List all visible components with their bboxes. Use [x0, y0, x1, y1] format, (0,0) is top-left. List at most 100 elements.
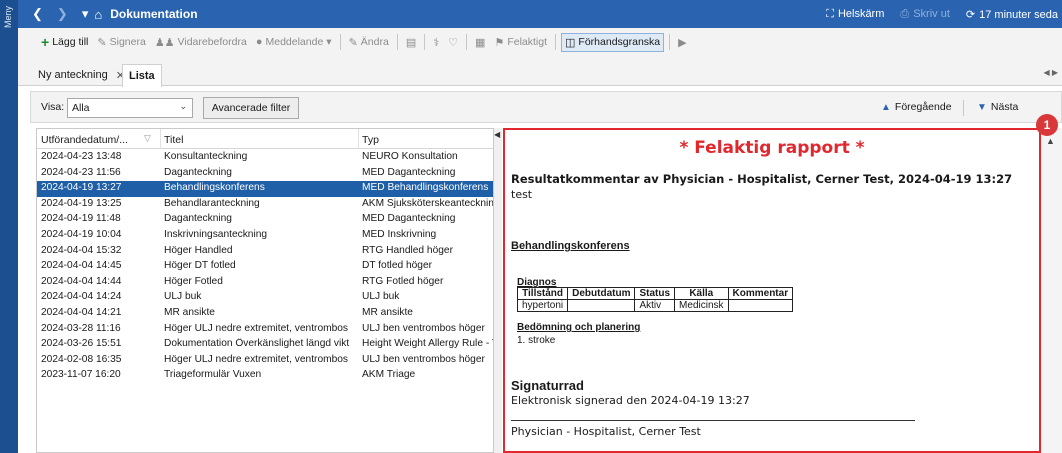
diagnosis-column-header: Debutdatum: [567, 287, 636, 300]
sign-button[interactable]: ✎ Signera: [94, 34, 148, 51]
column-divider[interactable]: [358, 129, 359, 149]
row-date: 2024-03-28 11:16: [41, 322, 121, 334]
list-rows: 2024-04-23 13:48 Konsultanteckning NEURO K…: [37, 150, 493, 384]
change-button[interactable]: ✎ Ändra: [346, 34, 392, 51]
row-title: Höger ULJ nedre extremitet, ventrombos: [164, 353, 349, 365]
signer-name: Physician - Hospitalist, Cerner Test: [511, 425, 701, 438]
tag-button[interactable]: ▶: [675, 34, 689, 51]
print-button[interactable]: ⎙ Skriv ut: [900, 8, 950, 21]
row-date: 2024-03-26 15:51: [41, 338, 122, 350]
row-date: 2024-04-04 14:45: [41, 260, 122, 272]
list-row[interactable]: 2024-04-19 13:25 Behandlaranteckning AKM S…: [37, 197, 493, 213]
row-title: Dokumentation Överkänslighet längd vikt: [164, 338, 350, 350]
row-title: ULJ buk: [164, 291, 202, 303]
folder-button[interactable]: ▤: [403, 34, 419, 51]
list-row[interactable]: 2024-04-04 14:45 Höger DT fotled DT fotled…: [37, 259, 493, 275]
forward-doc-button[interactable]: ♟♟ Vidarebefordra: [152, 34, 250, 51]
list-row[interactable]: 2024-03-26 15:51 Dokumentation Överkänsli…: [37, 337, 493, 353]
collapse-icon[interactable]: ◀: [494, 130, 500, 139]
favorite-button[interactable]: ♡: [445, 34, 461, 51]
signature-line: [511, 420, 915, 421]
list-row[interactable]: 2024-04-04 14:21 MR ansikte MR ansikte: [37, 306, 493, 322]
grid-button[interactable]: ▦: [472, 34, 488, 51]
column-header-title[interactable]: Titel: [164, 134, 183, 146]
row-type: MED Daganteckning: [362, 213, 456, 225]
wrong-button[interactable]: ⚑ Felaktigt: [491, 34, 550, 51]
row-title: Daganteckning: [164, 213, 232, 225]
row-type: MED Inskrivning: [362, 228, 437, 240]
back-icon[interactable]: ❮: [32, 6, 43, 22]
step-badge: 1: [1036, 114, 1058, 136]
list-row[interactable]: 2024-04-04 14:44 Höger Fotled RTG Fotled h…: [37, 275, 493, 291]
list-row[interactable]: 2024-04-23 11:56 Daganteckning MED Dagante…: [37, 166, 493, 182]
dropdown-caret-icon[interactable]: ▾: [82, 6, 89, 22]
row-type: RTG Fotled höger: [362, 275, 444, 287]
invalid-report-banner: * Felaktig rapport *: [679, 138, 865, 158]
column-divider[interactable]: [160, 129, 161, 149]
fullscreen-button[interactable]: ⛶ Helskärm: [826, 8, 884, 21]
row-title: Höger Fotled: [164, 275, 223, 287]
row-type: RTG Handled höger: [362, 244, 453, 256]
message-button[interactable]: ● Meddelande ▾: [253, 34, 335, 50]
forward-icon[interactable]: ❯: [57, 6, 68, 22]
diagnosis-cell: [567, 299, 636, 312]
refresh-button[interactable]: ⟳ 17 minuter seda: [966, 8, 1058, 21]
title-bar: ❮ ❯ ▾ ⌂ Dokumentation ⛶ Helskärm ⎙ Skriv u…: [18, 0, 1062, 28]
list-row[interactable]: 2024-03-28 11:16 Höger ULJ nedre extremit…: [37, 322, 493, 338]
reviewer-button[interactable]: ⚕: [430, 34, 442, 51]
diagnosis-column-header: Källa: [674, 287, 729, 300]
list-row[interactable]: 2024-02-08 16:35 Höger ULJ nedre extremit…: [37, 353, 493, 369]
show-select[interactable]: Alla ⌄: [67, 98, 193, 118]
add-button[interactable]: + Lägg till: [38, 32, 91, 52]
chevron-down-icon: ⌄: [179, 101, 187, 111]
scroll-up-icon[interactable]: ▲: [1046, 136, 1055, 146]
list-row[interactable]: 2024-04-19 10:04 Inskrivningsanteckning ME…: [37, 228, 493, 244]
document-preview: * Felaktig rapport * Resultatkommentar a…: [503, 128, 1041, 453]
row-date: 2024-04-19 13:25: [41, 197, 122, 209]
chevron-down-icon: ▾: [326, 36, 332, 48]
list-row[interactable]: 2024-04-19 11:48 Daganteckning MED Dagante…: [37, 212, 493, 228]
left-menu-rail[interactable]: Meny: [0, 0, 18, 453]
tab-strip: Ny anteckning ✕ Lista ◀ ▶: [18, 56, 1062, 87]
diagnosis-header-row: Tillstånd Debutdatum Status Källa Kommentar: [516, 287, 794, 300]
row-type: ULJ ben ventrombos höger: [362, 353, 485, 365]
flag-icon: ⚑: [494, 36, 505, 49]
tab-new-note[interactable]: Ny anteckning ✕: [32, 64, 131, 86]
tab-list[interactable]: Lista: [122, 64, 162, 87]
reviewer-icon: ⚕: [433, 36, 440, 49]
list-row[interactable]: 2024-04-04 14:24 ULJ buk ULJ buk: [37, 290, 493, 306]
previous-button[interactable]: ▲ Föregående: [881, 101, 952, 113]
list-row[interactable]: 2024-04-19 13:27 Behandlingskonferens MED …: [37, 181, 493, 197]
signature-text: Elektronisk signerad den 2024-04-19 13:2…: [511, 394, 750, 407]
filter-bar: Visa: Alla ⌄ Avancerade filter ▲ Föregåe…: [30, 91, 1062, 123]
row-date: 2023-11-07 16:20: [41, 369, 121, 381]
column-header-date[interactable]: Utförandedatum/...: [41, 134, 128, 146]
list-row[interactable]: 2023-11-07 16:20 Triageformulär Vuxen AKM …: [37, 368, 493, 384]
tag-icon: ▶: [678, 36, 687, 49]
preview-scrollbar[interactable]: ▲: [1041, 128, 1062, 453]
diagnosis-row: hypertoni Aktiv Medicinsk: [516, 299, 794, 312]
row-type: MED Behandlingskonferens: [362, 182, 489, 194]
row-type: AKM Sjuksköterskeanteckning: [362, 197, 493, 209]
tab-scroll-icon[interactable]: ◀ ▶: [1043, 68, 1058, 77]
next-button[interactable]: ▼ Nästa: [977, 101, 1018, 113]
row-title: Höger Handled: [164, 244, 233, 256]
list-row[interactable]: 2024-04-23 13:48 Konsultanteckning NEURO K…: [37, 150, 493, 166]
column-header-type[interactable]: Typ: [362, 134, 379, 146]
list-row[interactable]: 2024-04-04 15:32 Höger Handled RTG Handled…: [37, 244, 493, 260]
preview-button[interactable]: ◫ Förhandsgranska: [561, 32, 665, 52]
list-header: Utförandedatum/... ▽ Titel Typ: [37, 129, 493, 149]
row-type: MR ansikte: [362, 306, 413, 318]
row-title: Triageformulär Vuxen: [164, 369, 262, 381]
row-date: 2024-04-19 10:04: [41, 228, 122, 240]
advanced-filter-button[interactable]: Avancerade filter: [203, 97, 299, 119]
row-type: Height Weight Allergy Rule - Text: [362, 338, 493, 350]
row-title: Inskrivningsanteckning: [164, 228, 268, 240]
diagnosis-column-header: Tillstånd: [516, 287, 569, 300]
pane-splitter[interactable]: ◀: [494, 128, 502, 453]
people-icon: ♟♟: [154, 36, 175, 49]
home-icon[interactable]: ⌂: [94, 7, 102, 22]
toolbar-divider: [396, 34, 398, 50]
row-date: 2024-04-04 14:44: [41, 275, 122, 287]
toolbar-divider: [555, 34, 557, 50]
